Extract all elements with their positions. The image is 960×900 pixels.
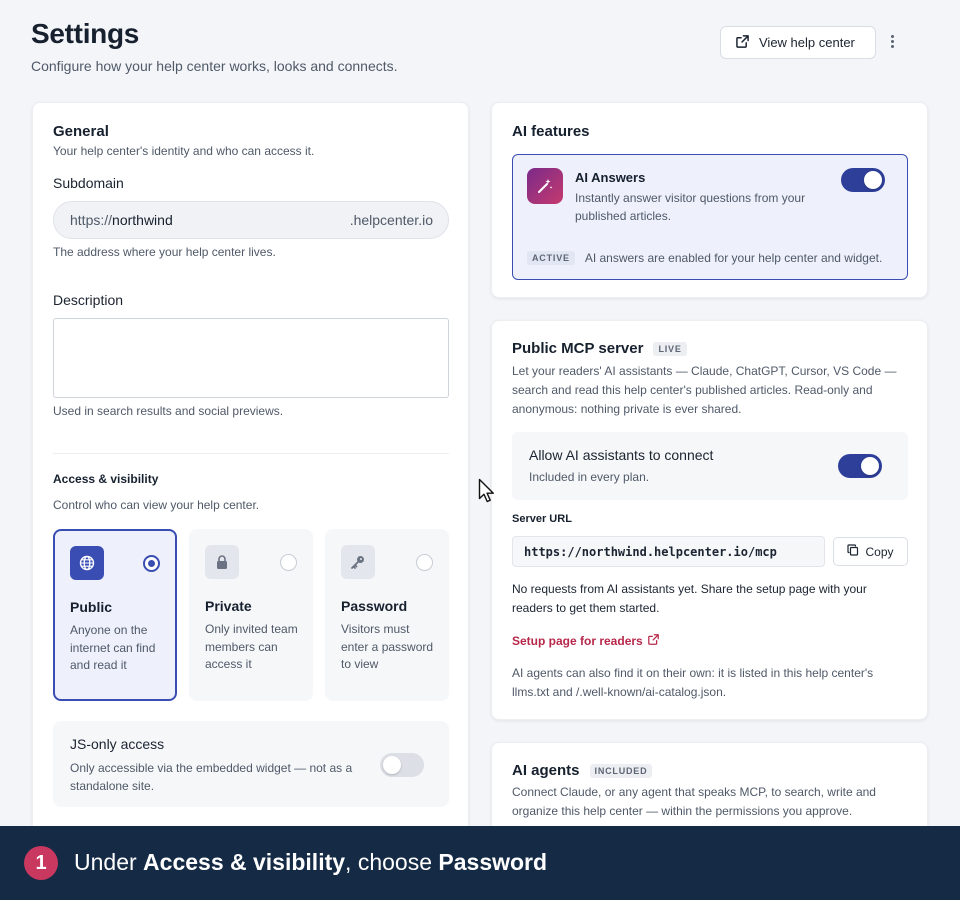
external-link-icon xyxy=(647,634,659,648)
mcp-desc: Let your readers' AI assistants — Claude… xyxy=(512,364,897,416)
live-badge: LIVE xyxy=(653,341,687,356)
key-icon xyxy=(341,545,375,579)
allow-ai-row: Allow AI assistants to connect Included … xyxy=(512,432,908,500)
agents-title: AI agents xyxy=(512,762,580,779)
password-desc: Visitors must enter a password to view xyxy=(341,622,434,671)
included-badge: INCLUDED xyxy=(589,763,653,778)
step-number: 1 xyxy=(24,846,58,880)
js-only-desc: Only accessible via the embedded widget … xyxy=(70,761,353,793)
private-title: Private xyxy=(205,598,252,614)
password-title: Password xyxy=(341,598,408,614)
description-label: Description xyxy=(53,292,124,308)
ai-answers-status: ACTIVE AI answers are enabled for your h… xyxy=(527,251,882,265)
allow-ai-toggle[interactable] xyxy=(838,454,882,478)
ai-features-card: AI features AI Answers Instantly answer … xyxy=(491,102,928,298)
view-help-center-button[interactable]: View help center xyxy=(720,26,876,59)
visibility-option-public[interactable]: Public Anyone on the internet can find a… xyxy=(53,529,177,701)
copy-button[interactable]: Copy xyxy=(833,537,908,566)
access-subtitle: Control who can view your help center. xyxy=(53,498,260,512)
ai-features-title: AI features xyxy=(512,123,590,140)
ai-answers-box: AI Answers Instantly answer visitor ques… xyxy=(512,154,908,280)
general-subtitle: Your help center's identity and who can … xyxy=(53,144,315,158)
private-radio[interactable] xyxy=(280,554,297,571)
subdomain-help: The address where your help center lives… xyxy=(53,245,276,259)
section-divider xyxy=(53,453,449,454)
more-options-icon[interactable] xyxy=(887,35,897,51)
server-url-field[interactable]: https://northwind.helpcenter.io/mcp xyxy=(512,536,825,567)
general-title: General xyxy=(53,123,109,140)
allow-ai-title: Allow AI assistants to connect xyxy=(529,447,714,463)
setup-page-link-label: Setup page for readers xyxy=(512,634,643,648)
ai-answers-title: AI Answers xyxy=(575,170,646,185)
subdomain-suffix: .helpcenter.io xyxy=(349,212,433,228)
js-only-access-row: JS-only access Only accessible via the e… xyxy=(53,721,449,807)
view-help-center-label: View help center xyxy=(759,35,855,50)
subdomain-value: northwind xyxy=(112,212,173,228)
copy-icon xyxy=(847,544,859,559)
public-desc: Anyone on the internet can find and read… xyxy=(70,623,156,672)
general-card: General Your help center's identity and … xyxy=(32,102,469,842)
mouse-cursor-icon xyxy=(478,478,496,509)
private-desc: Only invited team members can access it xyxy=(205,622,298,671)
page-subtitle: Configure how your help center works, lo… xyxy=(31,58,398,74)
description-textarea[interactable] xyxy=(53,318,449,398)
mcp-header: Public MCP server LIVE xyxy=(512,340,687,357)
instruction-bar: 1 Under Access & visibility, choose Pass… xyxy=(0,826,960,900)
no-requests-text: No requests from AI assistants yet. Shar… xyxy=(512,582,867,615)
agents-desc: Connect Claude, or any agent that speaks… xyxy=(512,785,876,818)
public-title: Public xyxy=(70,599,113,615)
copy-label: Copy xyxy=(865,544,894,559)
js-only-toggle[interactable] xyxy=(380,753,424,777)
visibility-option-private[interactable]: Private Only invited team members can ac… xyxy=(189,529,313,701)
mcp-title: Public MCP server xyxy=(512,340,644,357)
setup-page-link[interactable]: Setup page for readers xyxy=(512,634,659,648)
visibility-option-password[interactable]: Password Visitors must enter a password … xyxy=(325,529,449,701)
instruction-text: Under Access & visibility, choose Passwo… xyxy=(74,849,548,875)
subdomain-input[interactable]: https://northwind .helpcenter.io xyxy=(53,201,449,239)
access-title: Access & visibility xyxy=(53,472,159,486)
description-help: Used in search results and social previe… xyxy=(53,404,284,418)
public-radio[interactable] xyxy=(143,555,160,572)
magic-wand-icon xyxy=(527,168,563,204)
active-badge: ACTIVE xyxy=(527,251,575,265)
globe-icon xyxy=(70,546,104,580)
ai-answers-toggle[interactable] xyxy=(841,168,885,192)
ai-answers-desc: Instantly answer visitor questions from … xyxy=(575,191,806,223)
mcp-server-card: Public MCP server LIVE Let your readers'… xyxy=(491,320,928,720)
subdomain-label: Subdomain xyxy=(53,175,124,191)
ai-answers-status-text: AI answers are enabled for your help cen… xyxy=(584,251,883,265)
agents-header: AI agents INCLUDED xyxy=(512,762,653,779)
allow-ai-desc: Included in every plan. xyxy=(529,470,650,484)
lock-icon xyxy=(205,545,239,579)
js-only-title: JS-only access xyxy=(70,736,165,752)
server-url-label: Server URL xyxy=(512,513,572,525)
external-link-icon xyxy=(736,34,749,51)
password-radio[interactable] xyxy=(416,554,433,571)
mcp-footer-text: AI agents can also find it on their own:… xyxy=(512,666,874,699)
subdomain-prefix: https:// xyxy=(70,212,113,228)
